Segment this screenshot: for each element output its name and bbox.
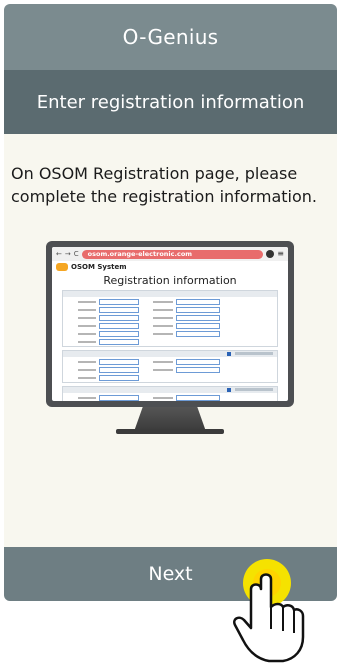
monitor-stand — [134, 407, 206, 429]
osom-header: OSOM System — [52, 261, 288, 273]
browser-url: osom.orange-electronic.com — [81, 249, 264, 259]
step-title: Enter registration information — [36, 91, 305, 113]
forward-arrow-icon: → — [64, 250, 71, 258]
app-title: O-Genius — [122, 25, 219, 49]
form-section-header — [63, 291, 277, 297]
monitor-frame: ← → C osom.orange-electronic.com ≡ OSOM … — [46, 241, 294, 407]
monitor-screen: ← → C osom.orange-electronic.com ≡ OSOM … — [52, 247, 288, 401]
monitor-illustration: ← → C osom.orange-electronic.com ≡ OSOM … — [46, 241, 294, 434]
tap-hand-icon — [233, 559, 305, 663]
form-row — [63, 322, 277, 329]
form-row — [63, 338, 277, 345]
registration-heading: Registration information — [103, 274, 237, 287]
form-row — [63, 314, 277, 321]
browser-bar: ← → C osom.orange-electronic.com ≡ — [52, 247, 288, 261]
app-title-bar: O-Genius — [4, 4, 337, 70]
osom-logo-icon — [56, 263, 68, 271]
form-section-header — [63, 351, 277, 357]
form-row — [63, 358, 277, 365]
form-section-invoice — [62, 386, 278, 401]
form-section-shipment — [62, 350, 278, 383]
monitor-base — [116, 429, 224, 434]
app-screen: O-Genius Enter registration information … — [4, 4, 337, 601]
back-arrow-icon: ← — [56, 250, 62, 258]
form-section-header — [63, 387, 277, 393]
form-section-user — [62, 290, 278, 347]
browser-menu-icon: ≡ — [277, 249, 284, 258]
form-row — [63, 330, 277, 337]
next-button-label: Next — [148, 563, 193, 585]
form-row — [63, 374, 277, 381]
form-row — [63, 298, 277, 305]
form-row — [63, 306, 277, 313]
browser-profile-icon — [266, 250, 275, 258]
step-title-bar: Enter registration information — [4, 70, 337, 134]
instructions-text: On OSOM Registration page, please comple… — [11, 164, 317, 206]
form-row — [63, 366, 277, 373]
form-row — [63, 394, 277, 401]
reload-icon: C — [73, 250, 79, 258]
osom-brand: OSOM System — [71, 263, 127, 271]
